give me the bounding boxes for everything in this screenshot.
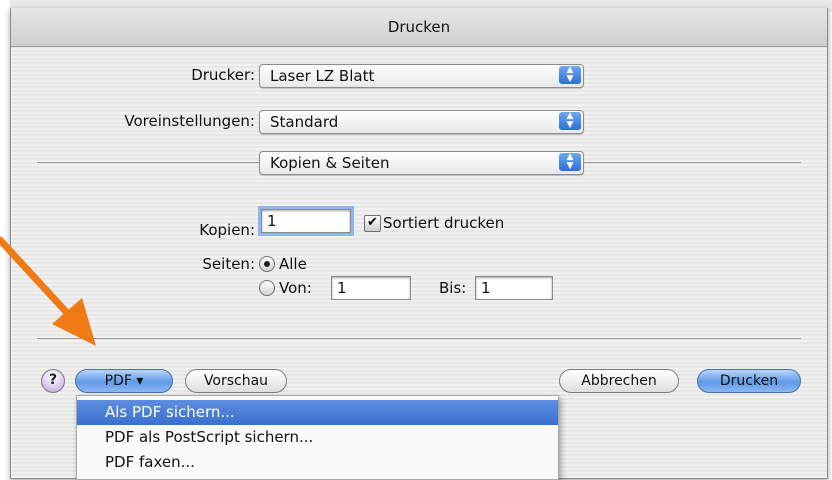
copies-label: Kopien: [199, 221, 255, 239]
checkmark-icon: ✔ [367, 215, 378, 230]
pages-to-input[interactable]: 1 [475, 276, 553, 300]
pages-to-label: Bis: [439, 279, 467, 297]
collate-checkbox[interactable]: ✔ [364, 215, 381, 232]
help-button[interactable]: ? [41, 369, 65, 393]
up-down-arrows-icon: ▲ ▼ [559, 112, 581, 130]
section-value: Kopien & Seiten [270, 154, 390, 172]
up-down-arrows-icon: ▲ ▼ [559, 153, 581, 171]
section-divider-left [37, 162, 259, 163]
copies-input[interactable]: 1 [261, 209, 351, 233]
pages-all-radio[interactable] [259, 256, 275, 272]
cancel-button[interactable]: Abbrechen [559, 369, 679, 393]
radio-dot-icon [264, 261, 270, 267]
presets-popup[interactable]: Standard ▲ ▼ [259, 110, 584, 134]
pages-from-label: Von: [279, 279, 312, 297]
pages-all-label: Alle [279, 255, 307, 273]
menu-item-save-as-postscript[interactable]: PDF als PostScript sichern... [77, 425, 558, 450]
presets-label: Voreinstellungen: [124, 112, 255, 130]
dialog-title: Drucken [387, 18, 451, 36]
preview-button[interactable]: Vorschau [185, 369, 287, 393]
menu-item-save-as-pdf[interactable]: Als PDF sichern... [77, 400, 558, 425]
printer-popup[interactable]: Laser LZ Blatt ▲ ▼ [259, 64, 584, 88]
printer-label: Drucker: [191, 66, 255, 84]
pdf-menu-button[interactable]: PDF ▾ [75, 369, 173, 393]
pdf-dropdown-menu: Als PDF sichern... PDF als PostScript si… [76, 395, 559, 480]
presets-value: Standard [270, 113, 339, 131]
pages-label: Seiten: [202, 255, 255, 273]
printer-value: Laser LZ Blatt [270, 67, 375, 85]
pages-from-input[interactable]: 1 [331, 276, 411, 300]
pages-from-radio[interactable] [259, 280, 275, 296]
menu-item-fax-pdf[interactable]: PDF faxen... [77, 450, 558, 475]
section-popup[interactable]: Kopien & Seiten ▲ ▼ [259, 151, 584, 175]
collate-label: Sortiert drucken [383, 214, 505, 232]
bottom-divider [37, 338, 801, 339]
orange-arrow-icon [0, 236, 96, 346]
up-down-arrows-icon: ▲ ▼ [559, 66, 581, 84]
title-bar: Drucken [11, 8, 827, 47]
section-divider-right [583, 162, 801, 163]
print-button[interactable]: Drucken [697, 369, 801, 393]
